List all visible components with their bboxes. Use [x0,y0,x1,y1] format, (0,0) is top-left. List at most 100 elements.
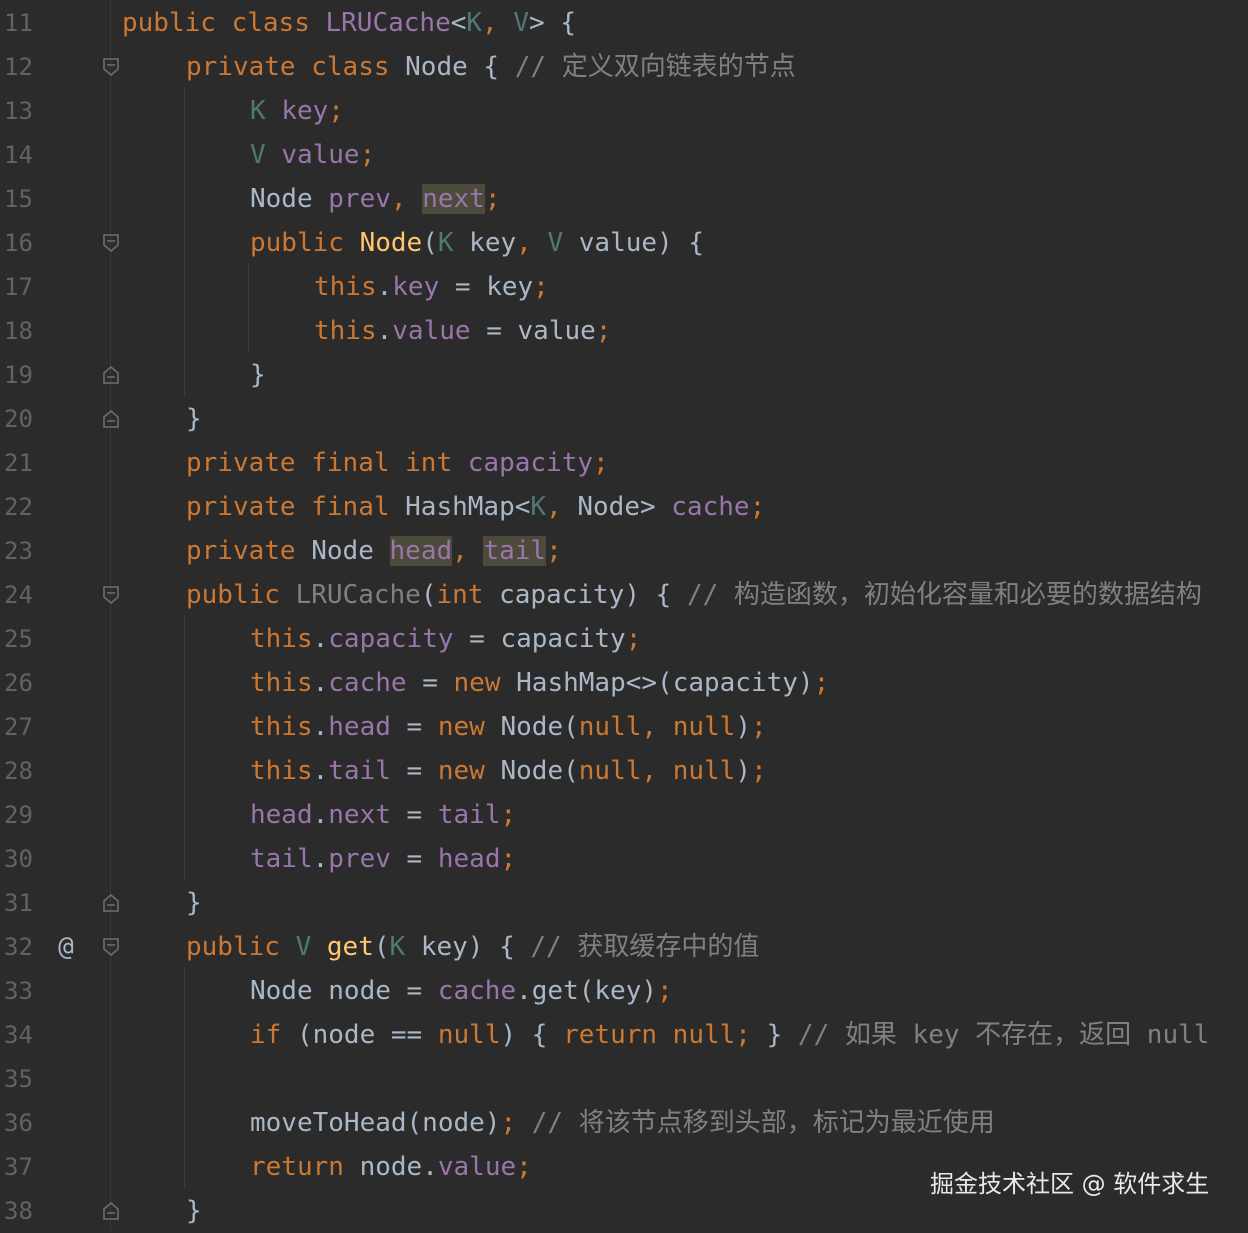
override-marker-icon[interactable]: @ [52,925,80,969]
code-line[interactable]: 26 this.cache = new HashMap<>(capacity); [0,661,1248,705]
code-text: this.tail = new Node(null, null); [250,749,767,793]
code-text: V value; [250,133,375,177]
code-line[interactable]: 12 private class Node { // 定义双向链表的节点 [0,45,1248,89]
fold-collapse-icon[interactable] [102,57,120,77]
code-comment: // 如果 key 不存在，返回 null [797,1020,1210,1050]
code-line[interactable]: 27 this.head = new Node(null, null); [0,705,1248,749]
fold-end-icon[interactable] [102,365,120,385]
code-text: public Node(K key, V value) { [250,221,704,265]
code-line[interactable]: 30 tail.prev = head; [0,837,1248,881]
code-token: private [186,536,312,566]
code-token: ; [750,756,767,786]
code-line[interactable]: 32 @ public V get(K key) { // 获取缓存中的值 [0,925,1248,969]
code-token: cache [437,976,517,1006]
code-line[interactable]: 14 V value; [0,133,1248,177]
indent-guide [184,617,185,661]
code-line[interactable]: 21 private final int capacity; [0,441,1248,485]
code-token: return [250,1152,360,1182]
code-token: < [450,8,467,38]
line-number: 18 [4,317,33,345]
indent-guide [248,309,249,353]
code-token: head [389,536,453,566]
line-number: 11 [4,9,33,37]
code-line[interactable]: 17 this.key = key; [0,265,1248,309]
code-token: . [312,712,329,742]
code-token: this [250,668,313,698]
code-token: . [312,624,329,654]
code-token: ; [328,96,344,126]
code-token: ; [813,668,830,698]
code-token: class [231,8,326,38]
code-line[interactable]: 31} [0,881,1248,925]
code-text: } [186,1189,202,1233]
code-token: public [250,228,360,258]
indent-guide [184,177,185,221]
code-token: public [122,8,232,38]
code-line[interactable]: 16 public Node(K key, V value) { [0,221,1248,265]
fold-end-icon[interactable] [102,1201,120,1221]
code-line[interactable]: 13 K key; [0,89,1248,133]
code-token: ; [625,624,642,654]
code-token: prev [328,844,391,874]
code-token: moveToHead(node) [250,1108,501,1138]
code-token: int [436,580,500,610]
code-token: value [437,1152,517,1182]
indent-guide [184,265,185,309]
code-token: ; [359,140,376,170]
code-line[interactable]: 23 private Node head, tail; [0,529,1248,573]
code-comment: // 定义双向链表的节点 [514,52,796,82]
code-line[interactable]: 29 head.next = tail; [0,793,1248,837]
indent-guide [184,1145,185,1189]
fold-collapse-icon[interactable] [102,937,120,957]
code-line[interactable]: 24 public LRUCache(int capacity) { // 构造函… [0,573,1248,617]
code-line[interactable]: 11 public class LRUCache<K, V> { [0,1,1248,45]
fold-collapse-icon[interactable] [102,585,120,605]
code-text: } [186,881,202,925]
code-line[interactable]: 20} [0,397,1248,441]
code-text: this.head = new Node(null, null); [250,705,767,749]
code-token: public [186,932,296,962]
code-token: , [546,492,578,522]
code-text: Node node = cache.get(key); [250,969,673,1013]
line-number: 13 [4,97,33,125]
code-token: node. [359,1152,438,1182]
code-token: = [406,668,454,698]
fold-end-icon[interactable] [102,409,120,429]
code-line[interactable]: 22 private final HashMap<K, Node> cache; [0,485,1248,529]
code-token: ; [533,272,549,302]
code-token: ; [500,844,517,874]
code-token: } [186,888,202,918]
code-token: Node( [500,756,579,786]
code-comment: // 获取缓存中的值 [530,932,760,962]
code-editor[interactable]: 11 public class LRUCache<K, V> {12 private… [0,0,1248,1230]
code-line[interactable]: 36 moveToHead(node); // 将该节点移到头部，标记为最近使用 [0,1101,1248,1145]
code-line[interactable]: 28 this.tail = new Node(null, null); [0,749,1248,793]
code-comment: // 构造函数，初始化容量和必要的数据结构 [686,580,1202,610]
code-token: prev [328,184,391,214]
code-line[interactable]: 25 this.capacity = capacity; [0,617,1248,661]
code-token: = [390,756,438,786]
code-line[interactable]: 18 this.value = value; [0,309,1248,353]
code-token: , [452,536,484,566]
code-line[interactable]: 34 if (node == null) { return null; } // … [0,1013,1248,1057]
code-token: capacity [467,448,594,478]
code-token: private [186,52,312,82]
code-line[interactable]: 35 [0,1057,1248,1101]
code-token: new [437,712,501,742]
line-number: 36 [4,1109,33,1137]
code-token: . [312,756,329,786]
code-token: return null; [563,1020,767,1050]
code-token: if [250,1020,297,1050]
indent-guide [184,969,185,1013]
code-text: this.cache = new HashMap<>(capacity); [250,661,829,705]
indent-guide [184,133,185,177]
code-token: HashMap<>(capacity) [516,668,814,698]
code-token: null, null [578,712,736,742]
indent-guide [184,1013,185,1057]
code-line[interactable]: 19} [0,353,1248,397]
fold-collapse-icon[interactable] [102,233,120,253]
fold-end-icon[interactable] [102,893,120,913]
code-line[interactable]: 15 Node prev, next; [0,177,1248,221]
code-line[interactable]: 33 Node node = cache.get(key); [0,969,1248,1013]
indent-guide [184,221,185,265]
